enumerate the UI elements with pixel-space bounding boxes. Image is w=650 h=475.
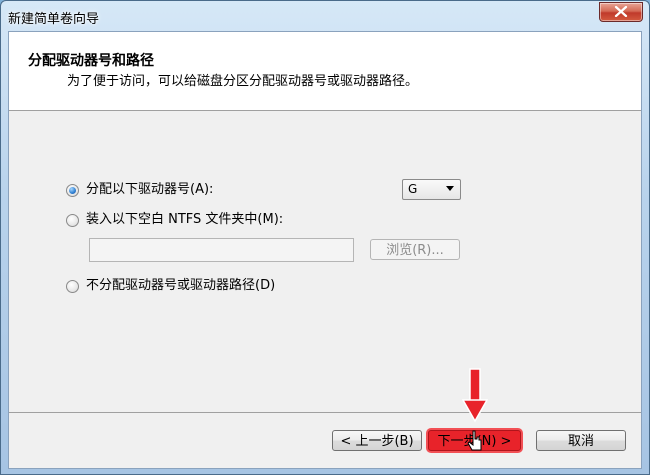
title-bar[interactable]: 新建简单卷向导	[1, 1, 649, 31]
dialog-client-area: 分配驱动器号和路径 为了便于访问，可以给磁盘分区分配驱动器号或驱动器路径。 分配…	[8, 31, 642, 469]
page-subtitle: 为了便于访问，可以给磁盘分区分配驱动器号或驱动器路径。	[67, 74, 419, 89]
radio-no-assign[interactable]	[66, 279, 79, 293]
option-no-assign[interactable]: 不分配驱动器号或驱动器路径(D)	[66, 277, 275, 295]
cancel-button[interactable]: 取消	[536, 430, 626, 451]
close-icon	[614, 6, 628, 17]
radio-assign-letter[interactable]	[66, 183, 79, 197]
wizard-header: 分配驱动器号和路径 为了便于访问，可以给磁盘分区分配驱动器号或驱动器路径。	[9, 32, 641, 111]
chevron-down-icon	[446, 186, 454, 191]
drive-letter-dropdown[interactable]: G	[402, 179, 461, 200]
radio-mount-folder[interactable]	[66, 213, 79, 227]
option-assign-letter[interactable]: 分配以下驱动器号(A):	[66, 181, 213, 199]
mouse-cursor-icon	[467, 430, 482, 451]
option-no-assign-label: 不分配驱动器号或驱动器路径(D)	[86, 278, 276, 293]
drive-letter-value: G	[408, 182, 418, 196]
back-button[interactable]: < 上一步(B)	[332, 430, 422, 451]
red-arrow-down-icon	[462, 368, 488, 423]
close-button[interactable]	[599, 2, 643, 22]
window-title: 新建简单卷向导	[8, 12, 100, 27]
browse-button[interactable]: 浏览(R)...	[370, 239, 460, 260]
option-mount-folder-label: 装入以下空白 NTFS 文件夹中(M):	[86, 212, 284, 227]
page-title: 分配驱动器号和路径	[28, 53, 154, 69]
wizard-window: 新建简单卷向导 分配驱动器号和路径 为了便于访问，可以给磁盘分区分配驱动器号或驱…	[0, 0, 650, 475]
folder-path-input[interactable]	[89, 238, 354, 262]
footer-divider	[9, 412, 641, 413]
option-mount-folder[interactable]: 装入以下空白 NTFS 文件夹中(M):	[66, 211, 283, 229]
option-assign-letter-label: 分配以下驱动器号(A):	[86, 182, 214, 197]
